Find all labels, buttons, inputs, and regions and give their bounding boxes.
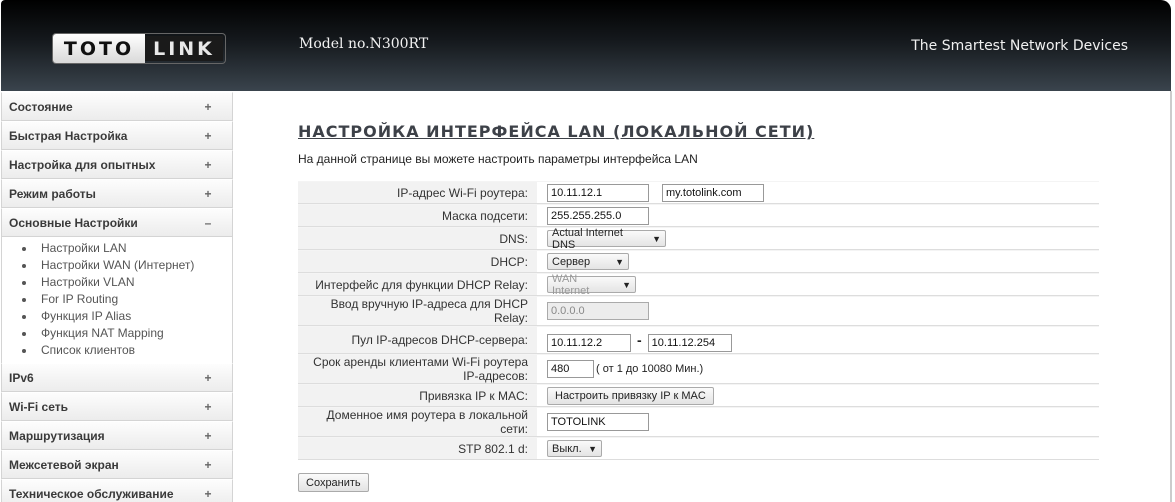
expand-plus-icon: + xyxy=(204,399,212,414)
lease-time-input[interactable] xyxy=(547,360,594,378)
row-router-hostname: Доменное имя роутера в локальной сети: xyxy=(298,407,1099,437)
dropdown-arrow-icon: ▼ xyxy=(622,279,631,290)
row-dhcp-pool: Пул IP-адресов DHCP-сервера: - xyxy=(298,326,1099,354)
row-subnet-mask: Маска подсети: xyxy=(298,204,1099,227)
dhcp-relay-ip-input[interactable] xyxy=(547,302,649,320)
submenu-item-client-list[interactable]: Список клиентов xyxy=(22,342,232,359)
sidebar-item-label: Настройка для опытных xyxy=(9,157,156,172)
expand-plus-icon: + xyxy=(204,186,212,201)
totolink-logo: TOTO LINK xyxy=(53,34,225,63)
expand-plus-icon: + xyxy=(204,99,212,114)
expand-plus-icon: + xyxy=(204,128,212,143)
submenu-item-wan[interactable]: Настройки WAN (Интернет) xyxy=(22,257,232,274)
router-domain-input[interactable] xyxy=(662,183,764,202)
sidebar-item-label: Основные Настройки xyxy=(9,215,138,230)
sidebar-item-quick-setup[interactable]: Быстрая Настройка + xyxy=(1,121,233,150)
header: TOTO LINK Model no.N300RT The Smartest N… xyxy=(1,0,1171,91)
router-hostname-input[interactable] xyxy=(547,413,649,431)
sidebar-item-label: Быстрая Настройка xyxy=(9,128,128,143)
row-dhcp-relay-ip: Ввод вручную IP-адреса для DHCP Relay: xyxy=(298,296,1099,326)
page-right-border xyxy=(1170,91,1172,502)
logo-toto: TOTO xyxy=(53,34,145,63)
basic-settings-submenu: Настройки LAN Настройки WAN (Интернет) Н… xyxy=(1,237,233,363)
sidebar-item-label: IPv6 xyxy=(9,370,34,385)
submenu-item-ip-alias[interactable]: Функция IP Alias xyxy=(22,308,232,325)
row-lease-time: Срок аренды клиентами Wi-Fi роутера IP-а… xyxy=(298,354,1099,384)
dns-label: DNS: xyxy=(298,228,537,249)
expand-plus-icon: + xyxy=(204,157,212,172)
dropdown-arrow-icon: ▼ xyxy=(615,256,624,267)
dropdown-arrow-icon: ▼ xyxy=(588,443,597,454)
dhcp-label: DHCP: xyxy=(298,251,537,272)
router-hostname-label: Доменное имя роутера в локальной сети: xyxy=(298,408,537,436)
sidebar-item-label: Режим работы xyxy=(9,186,96,201)
row-router-ip: IP-адрес Wi-Fi роутера: xyxy=(298,181,1099,204)
sidebar-item-basic-settings[interactable]: Основные Настройки – xyxy=(1,208,233,237)
range-separator: - xyxy=(637,332,642,348)
row-ip-mac-binding: Привязка IP к MAC: Настроить привязку IP… xyxy=(298,384,1099,407)
sidebar-item-label: Межсетевой экран xyxy=(9,457,119,472)
submenu-item-lan[interactable]: Настройки LAN xyxy=(22,240,232,257)
dns-select[interactable]: Actual Internet DNS ▼ xyxy=(547,227,666,251)
save-button[interactable]: Сохранить xyxy=(298,473,369,492)
expand-plus-icon: + xyxy=(204,370,212,385)
dhcp-relay-interface-select[interactable]: WAN Internet ▼ xyxy=(547,273,636,297)
sidebar-item-label: Wi-Fi сеть xyxy=(9,399,68,414)
dropdown-arrow-icon: ▼ xyxy=(652,233,661,244)
sidebar-item-ipv6[interactable]: IPv6 + xyxy=(1,363,233,392)
expand-plus-icon: + xyxy=(204,457,212,472)
dhcp-mode-select[interactable]: Сервер ▼ xyxy=(547,253,629,270)
sidebar-item-label: Маршрутизация xyxy=(9,428,105,443)
row-dhcp-relay-interface: Интерфейс для функции DHCP Relay: WAN In… xyxy=(298,273,1099,297)
sidebar-item-firewall[interactable]: Межсетевой экран + xyxy=(1,450,233,479)
sidebar-item-operation-mode[interactable]: Режим работы + xyxy=(1,179,233,208)
model-number: Model no.N300RT xyxy=(299,36,429,52)
stp-select[interactable]: Выкл. ▼ xyxy=(547,440,602,457)
page-description: На данной странице вы можете настроить п… xyxy=(298,152,698,166)
dhcp-pool-start-input[interactable] xyxy=(547,334,631,352)
lease-time-hint: ( от 1 до 10080 Мин.) xyxy=(596,363,704,375)
dhcp-relay-ip-label: Ввод вручную IP-адреса для DHCP Relay: xyxy=(298,297,537,325)
collapse-minus-icon: – xyxy=(204,215,212,230)
sidebar-item-routing[interactable]: Маршрутизация + xyxy=(1,421,233,450)
sidebar-menu: Состояние + Быстрая Настройка + Настройка … xyxy=(1,92,233,502)
ip-mac-binding-label: Привязка IP к MAC: xyxy=(298,385,537,406)
dhcp-relay-interface-label: Интерфейс для функции DHCP Relay: xyxy=(298,274,537,295)
stp-label: STP 802.1 d: xyxy=(298,438,537,459)
submenu-item-ip-routing[interactable]: For IP Routing xyxy=(22,291,232,308)
page-title: НАСТРОЙКА ИНТЕРФЕЙСА LAN (ЛОКАЛЬНОЙ СЕТИ… xyxy=(298,122,815,141)
dhcp-pool-end-input[interactable] xyxy=(647,334,732,352)
main-content: НАСТРОЙКА ИНТЕРФЕЙСА LAN (ЛОКАЛЬНОЙ СЕТИ… xyxy=(298,122,814,166)
expand-plus-icon: + xyxy=(204,486,212,501)
sidebar-item-label: Состояние xyxy=(9,99,73,114)
row-stp: STP 802.1 d: Выкл. ▼ xyxy=(298,437,1099,460)
subnet-mask-input[interactable] xyxy=(547,206,649,225)
submenu-item-nat-mapping[interactable]: Функция NAT Mapping xyxy=(22,325,232,342)
sidebar-item-advanced-setup[interactable]: Настройка для опытных + xyxy=(1,150,233,179)
router-ip-input[interactable] xyxy=(547,183,649,202)
expand-plus-icon: + xyxy=(204,428,212,443)
sidebar-item-maintenance[interactable]: Техническое обслуживание + xyxy=(1,479,233,502)
sidebar-item-wifi[interactable]: Wi-Fi сеть + xyxy=(1,392,233,421)
logo-link: LINK xyxy=(145,36,223,61)
submenu-item-vlan[interactable]: Настройки VLAN xyxy=(22,274,232,291)
dhcp-pool-label: Пул IP-адресов DHCP-сервера: xyxy=(298,327,537,353)
row-dns: DNS: Actual Internet DNS ▼ xyxy=(298,227,1099,251)
sidebar-item-label: Техническое обслуживание xyxy=(9,486,174,501)
configure-ip-mac-binding-button[interactable]: Настроить привязку IP к MAC xyxy=(547,386,714,405)
router-ip-label: IP-адрес Wi-Fi роутера: xyxy=(298,182,537,203)
row-dhcp: DHCP: Сервер ▼ xyxy=(298,250,1099,273)
sidebar-item-status[interactable]: Состояние + xyxy=(1,92,233,121)
lease-time-label: Срок аренды клиентами Wi-Fi роутера IP-а… xyxy=(298,355,537,383)
slogan: The Smartest Network Devices xyxy=(911,38,1128,54)
lan-settings-form: IP-адрес Wi-Fi роутера: Маска подсети: D… xyxy=(298,181,1099,460)
subnet-mask-label: Маска подсети: xyxy=(298,205,537,226)
